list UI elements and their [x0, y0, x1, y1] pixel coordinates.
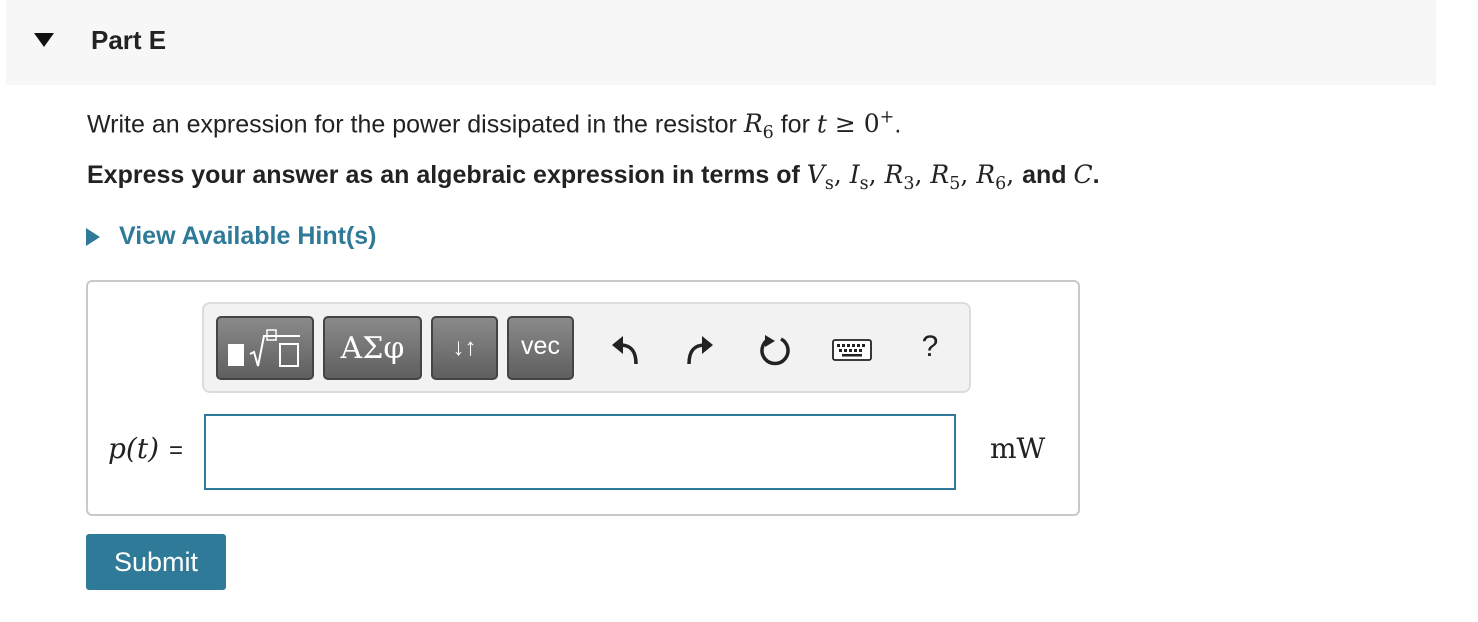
math-toolbar: ΑΣφ ↓↑ vec ? — [202, 302, 971, 393]
part-title: Part E — [91, 25, 167, 55]
var-r6: R6 — [976, 160, 1006, 194]
collapse-triangle-icon[interactable] — [34, 33, 54, 47]
var-sub: 6 — [995, 174, 1007, 194]
undo-icon[interactable] — [605, 330, 645, 370]
var-letter: V — [806, 160, 825, 189]
sep: , — [960, 160, 977, 189]
time-condition: ≥ 0+ — [826, 108, 895, 139]
keyboard-icon[interactable] — [832, 330, 872, 370]
var-letter: R — [930, 160, 950, 189]
redo-icon[interactable] — [680, 330, 720, 370]
answer-unit: mW — [990, 432, 1046, 465]
triangle-right-icon — [86, 227, 100, 246]
question-end: . — [894, 110, 902, 139]
instruction-prefix: Express your answer as an algebraic expr… — [87, 161, 807, 189]
var-letter: R — [976, 160, 996, 189]
instruction-text: Express your answer as an algebraic expr… — [87, 160, 1100, 194]
question-prefix: Write an expression for the power dissip… — [87, 110, 744, 139]
var-sub: s — [824, 174, 834, 194]
templates-button[interactable] — [216, 316, 314, 380]
answer-label-eq: = — [169, 437, 184, 464]
view-hints-link[interactable]: View Available Hint(s) — [86, 222, 376, 251]
answer-input[interactable] — [204, 414, 956, 490]
question-for: for — [773, 110, 817, 139]
answer-label-var: p(t) — [108, 432, 160, 465]
templates-icon — [228, 329, 300, 367]
greek-letters-button[interactable]: ΑΣφ — [323, 316, 422, 380]
sep: , — [914, 160, 931, 189]
resistor-variable: R6 — [743, 109, 774, 143]
var-sub: 3 — [903, 174, 915, 194]
part-header — [6, 0, 1436, 85]
submit-button[interactable]: Submit — [86, 534, 226, 590]
question-text: Write an expression for the power dissip… — [87, 108, 901, 143]
var-r5: R5 — [930, 160, 960, 194]
sep: , — [1006, 160, 1023, 189]
sep: , — [833, 160, 850, 189]
time-variable: t — [816, 109, 827, 139]
condition-sup: + — [879, 108, 895, 128]
instruction-end: . — [1092, 161, 1100, 189]
var-is: Is — [849, 160, 869, 194]
var-vs: Vs — [806, 160, 834, 194]
var-r3: R3 — [884, 160, 915, 194]
var-c: C — [1073, 160, 1093, 189]
var-letter: R — [884, 160, 904, 189]
vector-button[interactable]: vec — [507, 316, 574, 380]
instruction-and: and — [1022, 161, 1074, 189]
var-sub: s — [859, 174, 869, 194]
var-sub: 5 — [949, 174, 961, 194]
sep: , — [868, 160, 885, 189]
subscript-superscript-button[interactable]: ↓↑ — [431, 316, 498, 380]
resistor-sub: 6 — [762, 123, 774, 144]
resistor-var: R — [743, 109, 763, 139]
var-letter: I — [849, 160, 860, 189]
hints-label[interactable]: View Available Hint(s) — [119, 222, 376, 251]
condition-text: ≥ 0 — [826, 109, 880, 139]
answer-label: p(t) = — [108, 432, 183, 465]
help-button[interactable]: ? — [910, 327, 950, 367]
reset-icon[interactable] — [756, 330, 796, 370]
